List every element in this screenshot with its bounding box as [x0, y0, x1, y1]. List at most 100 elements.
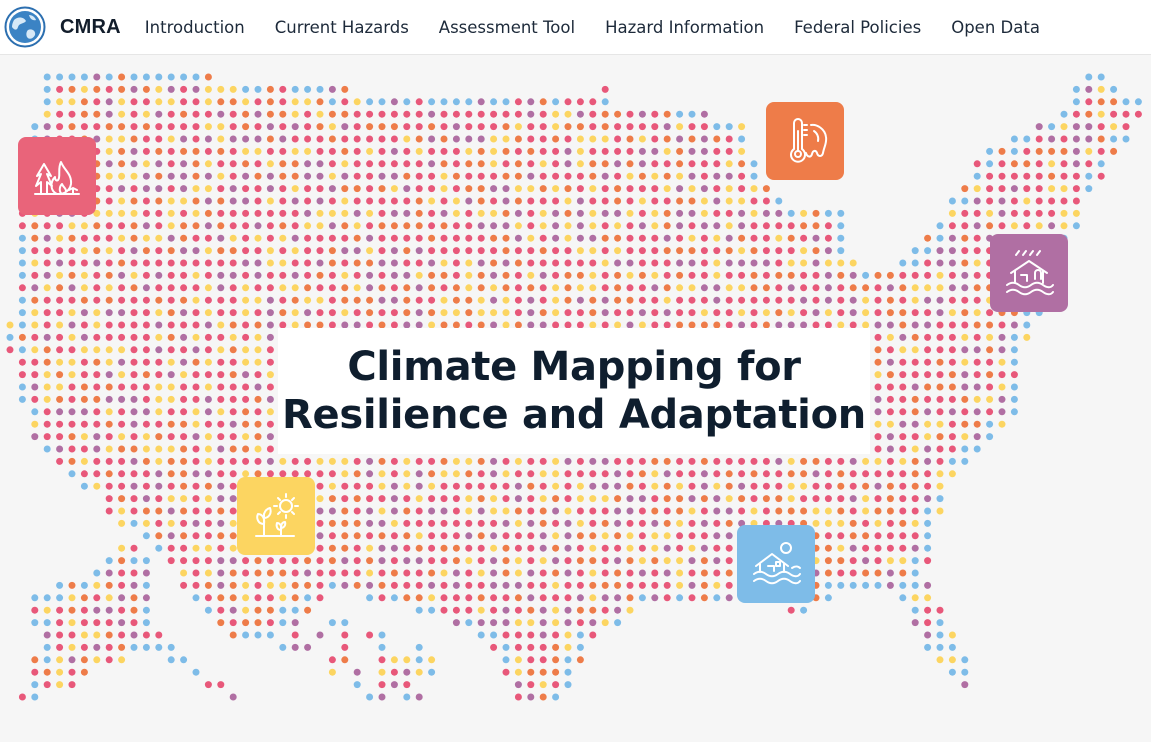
map-dot	[490, 519, 498, 527]
map-dot	[626, 544, 634, 552]
map-dot	[564, 457, 572, 465]
map-dot	[403, 532, 411, 540]
map-dot	[527, 668, 535, 676]
map-dot	[440, 284, 448, 292]
map-dot	[428, 457, 436, 465]
map-dot	[366, 296, 374, 304]
map-dot	[514, 681, 522, 689]
map-dot	[403, 172, 411, 180]
home-link[interactable]: CMRA	[4, 6, 121, 48]
extreme-heat-tile[interactable]	[766, 102, 844, 180]
map-dot	[204, 309, 212, 317]
map-dot	[713, 271, 721, 279]
map-dot	[688, 495, 696, 503]
map-dot	[576, 98, 584, 106]
map-dot	[924, 309, 932, 317]
map-dot	[279, 606, 287, 614]
map-dot	[428, 668, 436, 676]
map-dot	[93, 358, 101, 366]
nav-open-data[interactable]: Open Data	[951, 18, 1040, 37]
map-dot	[192, 247, 200, 255]
map-dot	[142, 433, 150, 441]
map-dot	[242, 606, 250, 614]
map-dot	[1085, 172, 1093, 180]
map-dot	[1048, 147, 1056, 155]
map-dot	[1048, 135, 1056, 143]
nav-current-hazards[interactable]: Current Hazards	[275, 18, 409, 37]
map-dot	[316, 569, 324, 577]
map-dot	[663, 209, 671, 217]
map-dot	[192, 284, 200, 292]
map-dot	[316, 147, 324, 155]
map-dot	[676, 544, 684, 552]
map-dot	[130, 371, 138, 379]
map-dot	[142, 123, 150, 131]
map-dot	[601, 495, 609, 503]
map-dot	[911, 457, 919, 465]
map-dot	[242, 457, 250, 465]
map-dot	[80, 581, 88, 589]
map-dot	[514, 135, 522, 143]
map-dot	[638, 569, 646, 577]
map-dot	[911, 532, 919, 540]
map-dot	[118, 110, 126, 118]
map-dot	[676, 259, 684, 267]
map-dot	[663, 470, 671, 478]
map-dot	[167, 383, 175, 391]
coastal-flooding-tile[interactable]	[737, 525, 815, 603]
map-dot	[341, 544, 349, 552]
map-dot	[204, 681, 212, 689]
map-dot	[750, 309, 758, 317]
map-dot	[651, 495, 659, 503]
map-dot	[713, 222, 721, 230]
map-dot	[440, 309, 448, 317]
map-dot	[800, 284, 808, 292]
map-dot	[576, 172, 584, 180]
map-dot	[204, 594, 212, 602]
map-dot	[130, 619, 138, 627]
map-dot	[886, 544, 894, 552]
map-dot	[266, 271, 274, 279]
map-dot	[626, 209, 634, 217]
map-dot	[204, 371, 212, 379]
map-dot	[180, 333, 188, 341]
map-dot	[626, 296, 634, 304]
nav-assessment-tool[interactable]: Assessment Tool	[439, 18, 575, 37]
map-dot	[589, 135, 597, 143]
wildfire-tile[interactable]	[18, 137, 96, 215]
map-dot	[118, 482, 126, 490]
map-dot	[304, 123, 312, 131]
map-dot	[242, 420, 250, 428]
map-dot	[490, 185, 498, 193]
map-dot	[800, 234, 808, 242]
map-dot	[142, 271, 150, 279]
map-dot	[229, 445, 237, 453]
map-dot	[254, 457, 262, 465]
drought-tile[interactable]	[237, 477, 315, 555]
map-dot	[738, 147, 746, 155]
map-dot	[514, 631, 522, 639]
map-dot	[403, 581, 411, 589]
map-dot	[911, 284, 919, 292]
map-dot	[1035, 172, 1043, 180]
map-dot	[204, 358, 212, 366]
inland-flooding-tile[interactable]	[990, 234, 1068, 312]
nav-federal-policies[interactable]: Federal Policies	[794, 18, 921, 37]
map-dot	[812, 457, 820, 465]
map-dot	[68, 85, 76, 93]
nav-hazard-information[interactable]: Hazard Information	[605, 18, 764, 37]
map-dot	[229, 470, 237, 478]
map-dot	[539, 160, 547, 168]
map-dot	[43, 234, 51, 242]
map-dot	[725, 259, 733, 267]
map-dot	[304, 222, 312, 230]
map-dot	[118, 383, 126, 391]
map-dot	[415, 98, 423, 106]
map-dot	[552, 147, 560, 155]
map-dot	[93, 457, 101, 465]
map-dot	[142, 209, 150, 217]
map-dot	[390, 284, 398, 292]
map-dot	[428, 557, 436, 565]
nav-introduction[interactable]: Introduction	[145, 18, 245, 37]
map-dot	[961, 247, 969, 255]
